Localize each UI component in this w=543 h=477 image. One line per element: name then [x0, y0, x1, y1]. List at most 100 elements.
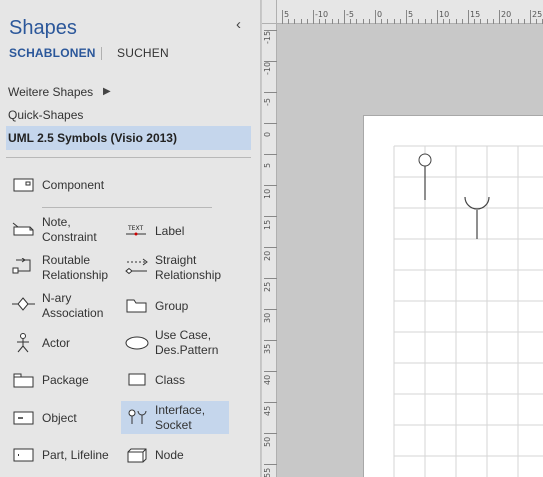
shape-object[interactable]: Object — [12, 409, 120, 427]
ruler-label: 10 — [263, 188, 272, 199]
ruler-minor-tick — [474, 19, 476, 24]
shape-label: Package — [42, 373, 89, 387]
shape-label: Note, Constraint — [42, 215, 97, 244]
ruler-tick — [530, 10, 531, 24]
ruler-label: 5 — [408, 10, 414, 19]
shape-node[interactable]: Node — [125, 446, 233, 464]
ruler-label: 30 — [263, 312, 272, 323]
tab-separator — [101, 47, 102, 60]
shape-label: Straight Relationship — [155, 253, 222, 282]
divider — [6, 157, 251, 158]
ruler-minor-tick — [319, 19, 321, 24]
ruler-minor-tick — [443, 19, 445, 24]
quick-shapes-item[interactable]: Quick-Shapes — [8, 108, 83, 122]
shape-routable-relationship[interactable]: Routable Relationship — [12, 252, 120, 284]
horizontal-ruler[interactable]: 5 -10 -5 0 5 10 15 20 25 — [262, 0, 543, 24]
ruler-tick — [264, 154, 277, 155]
ruler-tick — [264, 464, 277, 465]
node-icon — [127, 448, 147, 463]
ruler-label: 15 — [263, 219, 272, 230]
more-shapes-item[interactable]: Weitere Shapes — [8, 85, 93, 99]
shape-class[interactable]: Class — [125, 371, 233, 389]
ruler-minor-tick — [399, 19, 401, 24]
shape-label: Class — [155, 373, 186, 387]
shape-component[interactable]: Component — [12, 176, 132, 194]
ruler-minor-tick — [523, 19, 525, 24]
page-grid — [393, 145, 543, 477]
ruler-label: 0 — [377, 10, 383, 19]
shape-package[interactable]: Package — [12, 371, 120, 389]
ruler-minor-tick — [381, 19, 383, 24]
shape-group[interactable]: Group — [125, 297, 233, 315]
actor-icon — [17, 333, 29, 353]
ruler-tick — [264, 402, 277, 403]
tab-schablonen[interactable]: SCHABLONEN — [9, 46, 96, 60]
interface-socket-icon — [128, 409, 147, 424]
ruler-label: 20 — [501, 10, 512, 19]
ruler-tick — [264, 340, 277, 341]
ruler-tick — [406, 10, 407, 24]
shape-note-constraint[interactable]: Note, Constraint — [12, 214, 120, 246]
ruler-tick — [264, 216, 277, 217]
ruler-tick — [264, 309, 277, 310]
ruler-minor-tick — [461, 19, 463, 24]
ruler-tick — [375, 10, 376, 24]
use-case-icon — [125, 336, 149, 350]
shape-nary-association[interactable]: N-ary Association — [12, 290, 120, 322]
shape-label: Use Case, Des.Pattern — [155, 328, 219, 357]
stencil-label: UML 2.5 Symbols (Visio 2013) — [8, 131, 177, 145]
shape-label: Interface, Socket — [155, 403, 206, 432]
shape-label-item[interactable]: TEXT Label — [125, 222, 233, 240]
shape-label: N-ary Association — [42, 291, 104, 320]
ruler-label: 20 — [263, 250, 272, 261]
routable-relationship-icon — [12, 258, 31, 274]
shape-actor[interactable]: Actor — [12, 333, 120, 353]
ruler-minor-tick — [449, 19, 451, 24]
shape-label: Node — [155, 448, 184, 462]
ruler-tick — [264, 185, 277, 186]
shape-label: Routable Relationship — [42, 253, 109, 282]
socket-shape[interactable] — [464, 196, 490, 239]
ruler-minor-tick — [356, 19, 358, 24]
ruler-label: 50 — [263, 436, 272, 447]
ruler-minor-tick — [294, 19, 296, 24]
ruler-minor-tick — [418, 19, 420, 24]
ruler-minor-tick — [350, 19, 352, 24]
ruler-label: 40 — [263, 374, 272, 385]
shape-label: Object — [42, 411, 77, 425]
shape-use-case[interactable]: Use Case, Des.Pattern — [125, 327, 233, 359]
ruler-tick — [499, 10, 500, 24]
drawing-page[interactable] — [363, 115, 543, 477]
vertical-ruler[interactable]: -15 -10 -5 0 5 10 15 20 25 30 35 40 45 50 55 — [262, 24, 277, 477]
stencil-uml-item[interactable]: UML 2.5 Symbols (Visio 2013) — [6, 126, 251, 150]
ruler-minor-tick — [430, 19, 432, 24]
ruler-minor-tick — [505, 19, 507, 24]
note-icon — [12, 222, 34, 236]
ruler-tick — [264, 92, 277, 93]
ruler-minor-tick — [486, 19, 488, 24]
shape-interface-socket[interactable]: Interface, Socket — [121, 401, 229, 434]
chevron-right-icon[interactable]: ▶ — [103, 86, 111, 97]
shape-straight-relationship[interactable]: Straight Relationship — [125, 252, 233, 284]
ruler-tick — [264, 123, 277, 124]
shape-part-lifeline[interactable]: Part, Lifeline — [12, 446, 120, 464]
divider — [42, 207, 212, 208]
ruler-label: 55 — [263, 467, 272, 477]
ruler-minor-tick — [393, 19, 395, 24]
ruler-minor-tick — [387, 19, 389, 24]
chevron-left-icon[interactable]: ‹ — [236, 16, 241, 33]
class-icon — [128, 373, 146, 386]
ruler-minor-tick — [362, 19, 364, 24]
ruler-tick — [282, 10, 283, 24]
ruler-label: -10 — [315, 10, 329, 19]
ruler-minor-tick — [288, 19, 290, 24]
ruler-minor-tick — [424, 19, 426, 24]
ruler-label: 45 — [263, 405, 272, 416]
ruler-minor-tick — [517, 19, 519, 24]
drawing-canvas[interactable] — [278, 25, 543, 477]
label-icon: TEXT — [126, 225, 146, 236]
ruler-minor-tick — [325, 19, 327, 24]
shape-label: Component — [42, 178, 105, 192]
tab-suchen[interactable]: SUCHEN — [117, 46, 169, 60]
ruler-tick — [264, 278, 277, 279]
